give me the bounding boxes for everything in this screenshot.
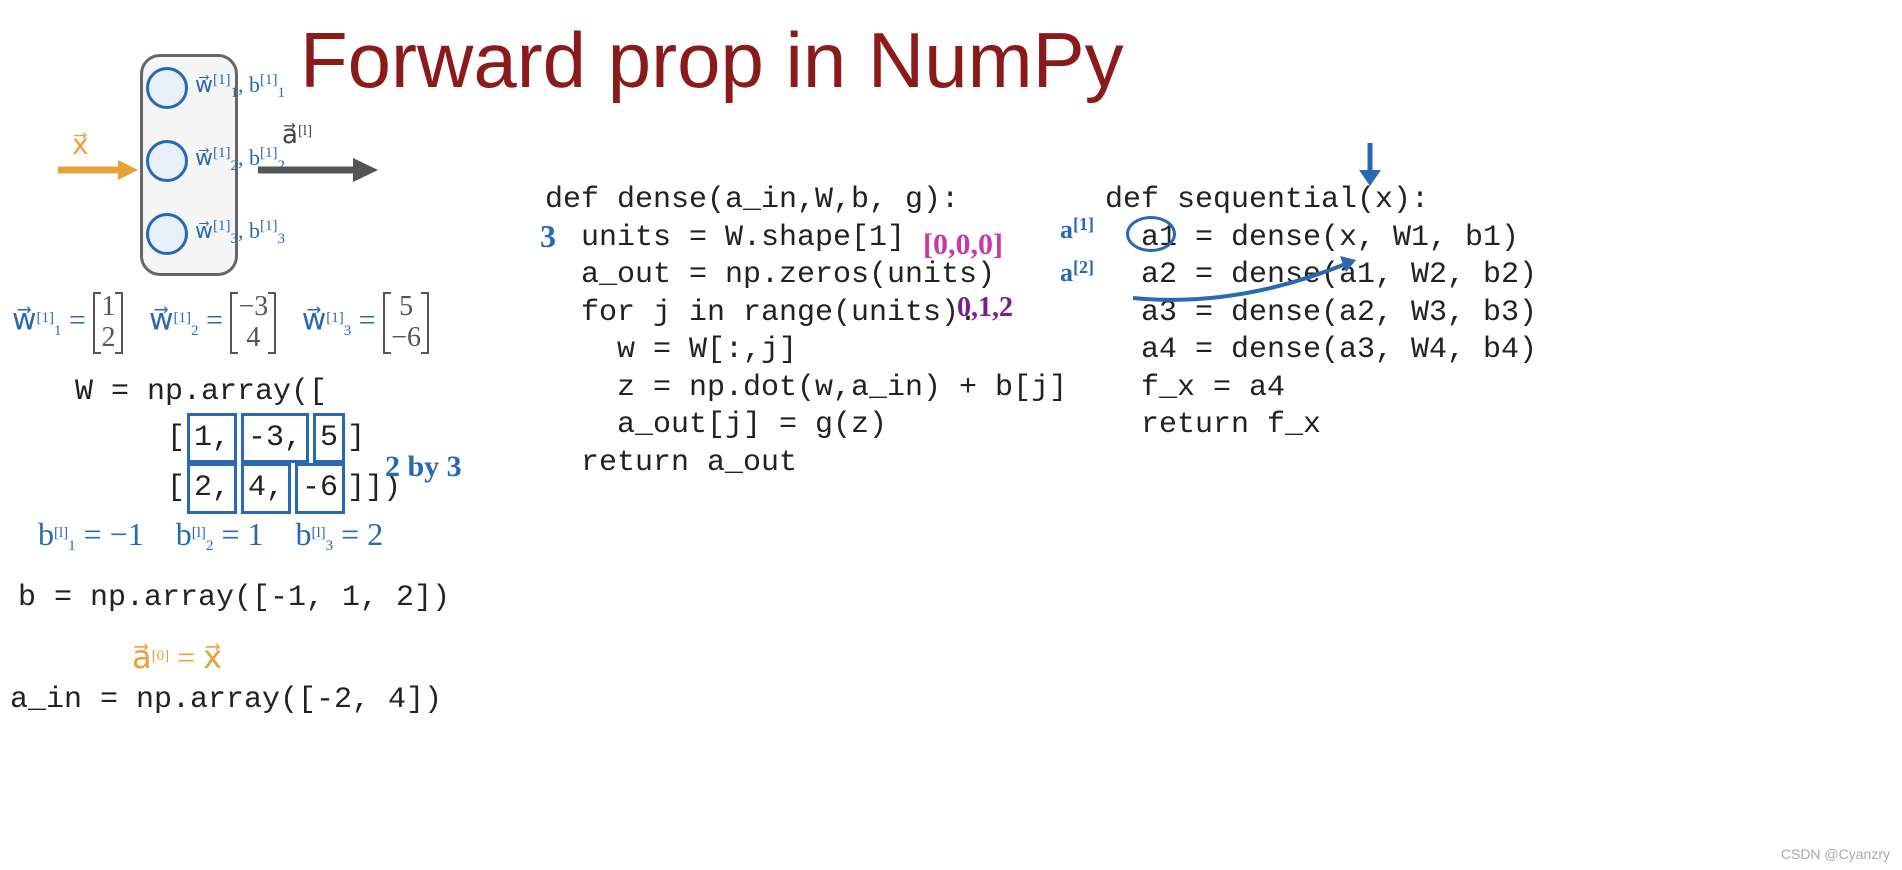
annotation-a2: a[2] — [1060, 258, 1094, 288]
dense-function-code: def dense(a_in,W,b, g): units = W.shape[… — [545, 182, 1067, 482]
page-title: Forward prop in NumPy — [300, 15, 1124, 106]
down-arrow-icon — [1345, 138, 1395, 188]
neuron-3 — [146, 213, 188, 255]
w-array-code: W = np.array([ [1,-3,5] [2,4,-6]]) — [75, 372, 401, 514]
ain-code: a_in = np.array([-2, 4]) — [10, 680, 442, 721]
annotation-a1: a[1] — [1060, 215, 1094, 245]
watermark: CSDN @Cyanzry — [1781, 846, 1890, 862]
sweep-arrow-icon — [1128, 248, 1358, 308]
annotation-three: 3 — [540, 218, 556, 255]
input-arrow-icon — [58, 155, 138, 185]
annotation-zeros: [0,0,0] — [923, 228, 1003, 262]
weights-math: w⃗[1]1 = 12 w⃗[1]2 = −34 w⃗[1]3 = 5−6 — [12, 292, 447, 354]
output-arrow-icon — [258, 150, 378, 190]
neuron-1-label: w⃗[1]1, b[1]1 — [195, 72, 285, 98]
neuron-2 — [146, 140, 188, 182]
neuron-1 — [146, 67, 188, 109]
b-math: b[l]1 = −1 b[l]2 = 1 b[l]3 = 2 — [38, 516, 383, 553]
annotation-2by3: 2 by 3 — [385, 450, 462, 484]
a-label: a⃗[l] — [282, 120, 312, 150]
a0-math: a⃗[0] = x⃗ — [132, 638, 222, 676]
annotation-range: 0,1,2 — [957, 292, 1013, 324]
neuron-3-label: w⃗[1]3, b[1]3 — [195, 218, 285, 244]
b-array-code: b = np.array([-1, 1, 2]) — [18, 578, 450, 619]
circle-a1-icon — [1126, 216, 1176, 252]
nn-diagram: x⃗ w⃗[1]1, b[1]1 w⃗[1]2, b[1]2 w⃗[1]3, b… — [58, 50, 378, 280]
